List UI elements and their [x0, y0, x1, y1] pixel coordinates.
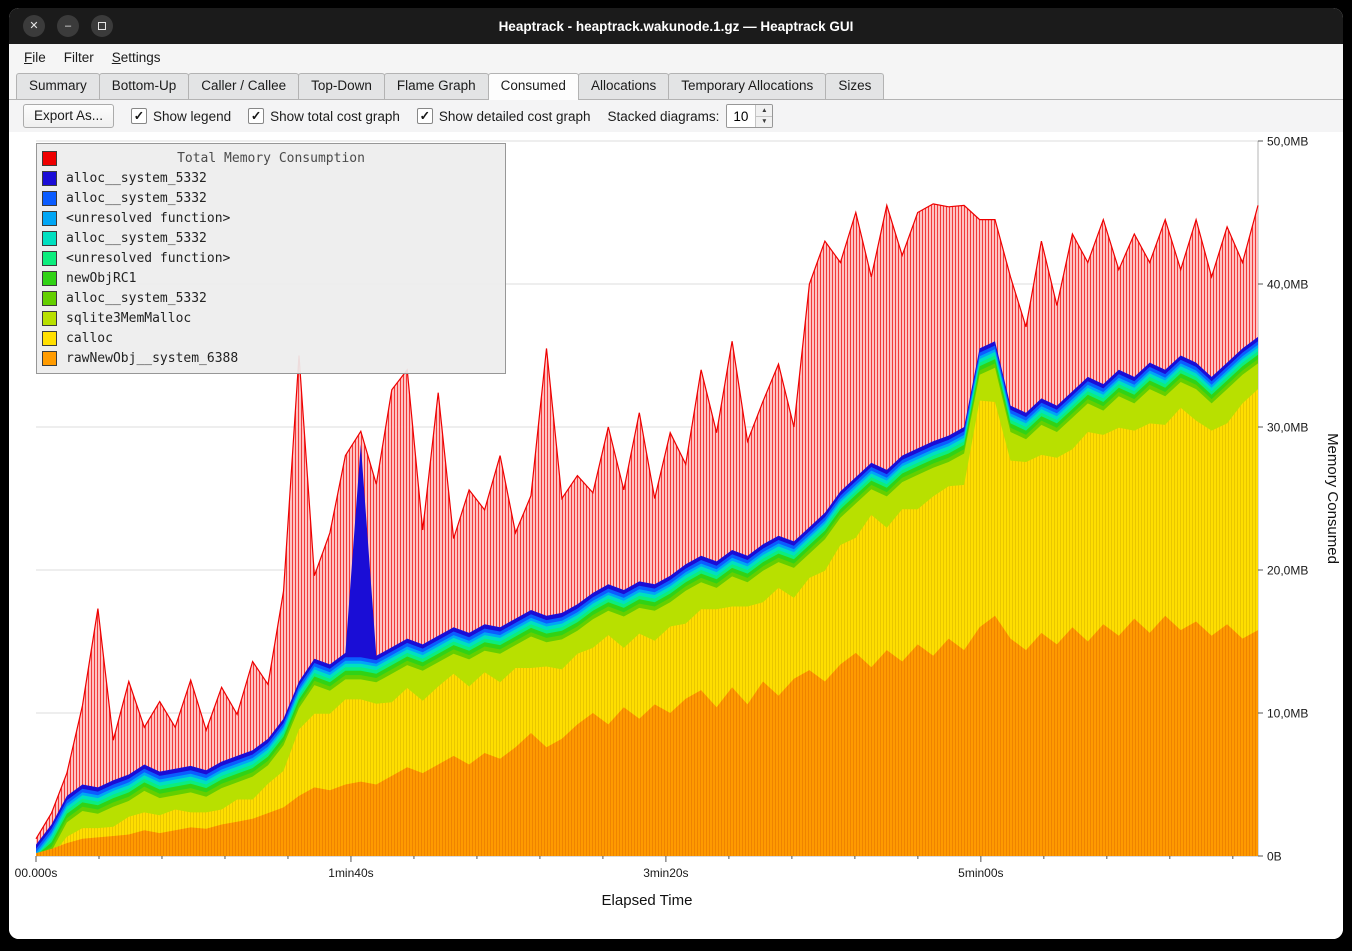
x-tick-label: 00.000s — [15, 866, 58, 880]
legend-item: alloc__system_5332 — [37, 168, 505, 188]
spinbox-arrows: ▲ ▼ — [755, 105, 772, 127]
menu-filter[interactable]: Filter — [55, 46, 103, 69]
y-axis-title: Memory Consumed — [1324, 433, 1341, 564]
y-tick-label: 10,0MB — [1267, 707, 1308, 721]
legend-label: alloc__system_5332 — [66, 171, 207, 186]
stacked-diagrams-input[interactable] — [727, 105, 755, 127]
legend-swatch-icon — [42, 291, 57, 306]
legend-label: calloc — [66, 331, 113, 346]
checkbox-show-total-cost-graph[interactable]: ✓ Show total cost graph — [248, 108, 400, 124]
y-tick-label: 30,0MB — [1267, 421, 1308, 435]
checkbox-show-detailed-cost-graph[interactable]: ✓ Show detailed cost graph — [417, 108, 591, 124]
legend-item: <unresolved function> — [37, 248, 505, 268]
legend-label: <unresolved function> — [66, 251, 230, 266]
legend-swatch-icon — [42, 211, 57, 226]
checkbox-label: Show total cost graph — [270, 109, 400, 124]
tab-caller-callee[interactable]: Caller / Callee — [188, 73, 299, 99]
legend-item: <unresolved function> — [37, 208, 505, 228]
maximize-icon[interactable] — [91, 15, 113, 37]
legend-label: alloc__system_5332 — [66, 191, 207, 206]
tab-bottom-up[interactable]: Bottom-Up — [99, 73, 190, 99]
tab-summary[interactable]: Summary — [16, 73, 100, 99]
y-tick-label: 0B — [1267, 850, 1282, 864]
y-tick-label: 50,0MB — [1267, 135, 1308, 149]
checkmark-icon[interactable]: ✓ — [417, 108, 433, 124]
legend-item: alloc__system_5332 — [37, 228, 505, 248]
toolbar-checkboxes: ✓ Show legend ✓ Show total cost graph ✓ Show … — [131, 108, 591, 124]
legend-item: calloc — [37, 328, 505, 348]
chart-toolbar: Export As... ✓ Show legend ✓ Show total cos… — [9, 100, 1343, 132]
tab-top-down[interactable]: Top-Down — [298, 73, 385, 99]
legend-swatch-icon — [42, 231, 57, 246]
window-title: Heaptrack - heaptrack.wakunode.1.gz — He… — [9, 19, 1343, 34]
legend-swatch-icon — [42, 191, 57, 206]
maximize-square-icon — [98, 22, 106, 30]
legend-label: rawNewObj__system_6388 — [66, 351, 238, 366]
stacked-diagrams-label: Stacked diagrams: — [608, 109, 720, 124]
legend-swatch-icon — [42, 311, 57, 326]
tab-sizes[interactable]: Sizes — [825, 73, 884, 99]
stacked-diagrams-spinbox[interactable]: ▲ ▼ — [726, 104, 773, 128]
export-as-button[interactable]: Export As... — [23, 104, 114, 128]
legend-swatch-icon — [42, 171, 57, 186]
y-tick-label: 20,0MB — [1267, 564, 1308, 578]
app-window: ✕– Heaptrack - heaptrack.wakunode.1.gz —… — [9, 8, 1343, 939]
tab-temporary-allocations[interactable]: Temporary Allocations — [668, 73, 826, 99]
consumed-chart-area[interactable]: 0B 10,0MB 20,0MB 30,0MB 40,0MB 50,0MB 00.000s 1… — [9, 132, 1343, 939]
legend-label: Total Memory Consumption — [37, 151, 505, 166]
window-controls: ✕– — [23, 15, 113, 37]
title-bar: ✕– Heaptrack - heaptrack.wakunode.1.gz —… — [9, 8, 1343, 44]
stacked-diagrams-group: Stacked diagrams: ▲ ▼ — [608, 104, 774, 128]
tab-flame-graph[interactable]: Flame Graph — [384, 73, 489, 99]
legend-title-row: Total Memory Consumption — [37, 148, 505, 168]
x-tick-label: 5min00s — [958, 866, 1003, 880]
chart-legend: Total Memory Consumption alloc__system_53… — [36, 143, 506, 374]
y-tick-label: 40,0MB — [1267, 278, 1308, 292]
checkmark-icon[interactable]: ✓ — [248, 108, 264, 124]
checkbox-label: Show detailed cost graph — [439, 109, 591, 124]
legend-label: newObjRC1 — [66, 271, 136, 286]
legend-item: rawNewObj__system_6388 — [37, 348, 505, 368]
x-axis-title: Elapsed Time — [602, 892, 693, 909]
legend-swatch-icon — [42, 331, 57, 346]
legend-item: newObjRC1 — [37, 268, 505, 288]
menu-bar: FileFilterSettings — [9, 44, 1343, 71]
checkbox-show-legend[interactable]: ✓ Show legend — [131, 108, 231, 124]
legend-item: sqlite3MemMalloc — [37, 308, 505, 328]
minimize-icon[interactable]: – — [57, 15, 79, 37]
legend-swatch-icon — [42, 271, 57, 286]
tab-bar: SummaryBottom-UpCaller / CalleeTop-DownF… — [9, 71, 1343, 100]
legend-item: alloc__system_5332 — [37, 188, 505, 208]
legend-swatch-icon — [42, 251, 57, 266]
legend-label: sqlite3MemMalloc — [66, 311, 191, 326]
legend-swatch-icon — [42, 351, 57, 366]
spinbox-down-icon[interactable]: ▼ — [756, 117, 772, 128]
legend-label: alloc__system_5332 — [66, 231, 207, 246]
checkbox-label: Show legend — [153, 109, 231, 124]
close-icon[interactable]: ✕ — [23, 15, 45, 37]
legend-item: alloc__system_5332 — [37, 288, 505, 308]
x-tick-label: 3min20s — [643, 866, 688, 880]
menu-settings[interactable]: Settings — [103, 46, 170, 69]
legend-label: <unresolved function> — [66, 211, 230, 226]
checkmark-icon[interactable]: ✓ — [131, 108, 147, 124]
spinbox-up-icon[interactable]: ▲ — [756, 105, 772, 117]
tab-allocations[interactable]: Allocations — [578, 73, 669, 99]
tab-consumed[interactable]: Consumed — [488, 73, 579, 100]
x-tick-label: 1min40s — [328, 866, 373, 880]
menu-file[interactable]: File — [15, 46, 55, 69]
legend-label: alloc__system_5332 — [66, 291, 207, 306]
